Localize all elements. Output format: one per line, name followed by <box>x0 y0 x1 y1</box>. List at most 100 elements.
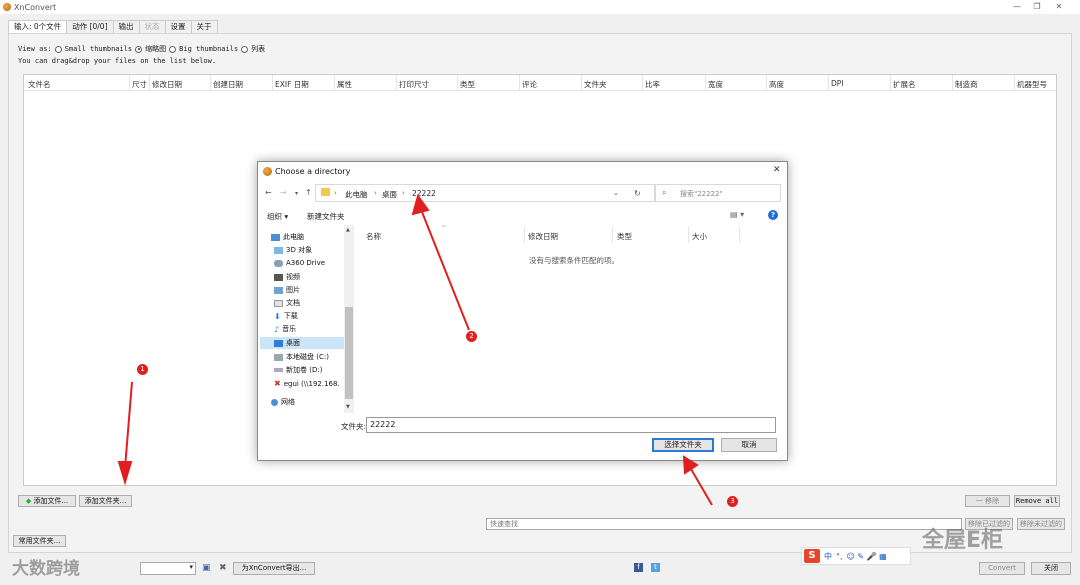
breadcrumb-desktop[interactable]: 桌面 <box>382 189 397 200</box>
tree-item-this-pc[interactable]: 此电脑 <box>271 232 304 242</box>
remove-unfiltered-button[interactable]: 移除未过滤的 <box>1017 518 1065 530</box>
facebook-icon[interactable]: f <box>634 563 643 572</box>
tree-item-local-disk-c[interactable]: 本地磁盘 (C:) <box>274 352 329 362</box>
help-icon[interactable]: ? <box>768 210 778 220</box>
column-header[interactable]: 修改日期 <box>152 79 182 90</box>
column-header[interactable]: 类型 <box>460 79 475 90</box>
tree-item-new-volume-d[interactable]: 新加卷 (D:) <box>274 365 322 375</box>
column-header[interactable]: 制造商 <box>955 79 978 90</box>
tab-actions[interactable]: 动作 [0/0] <box>66 20 114 33</box>
column-divider <box>581 75 582 91</box>
column-header[interactable]: 宽度 <box>708 79 723 90</box>
ime-punctuation[interactable]: °, <box>836 552 843 561</box>
tab-settings[interactable]: 设置 <box>164 20 192 33</box>
address-bar[interactable]: › 此电脑 › 桌面 › 22222 ⌄ ↻ <box>315 184 655 202</box>
tree-item-music[interactable]: ♪ 音乐 <box>274 324 296 334</box>
tree-item-pictures[interactable]: 图片 <box>274 285 300 295</box>
close-window-button[interactable]: ✕ <box>1052 1 1066 13</box>
sort-indicator-icon: ^ <box>441 225 447 232</box>
convert-button[interactable]: Convert <box>979 562 1025 575</box>
thumbnails-radio[interactable] <box>135 45 143 53</box>
save-icon[interactable]: ▣ <box>202 563 211 573</box>
column-header[interactable]: 比率 <box>645 79 660 90</box>
resize-grip-icon[interactable]: ⋰ <box>779 453 785 460</box>
tree-scroll-thumb[interactable] <box>345 307 353 399</box>
tree-item-downloads[interactable]: ⬇ 下载 <box>274 311 298 321</box>
new-folder-button[interactable]: 新建文件夹 <box>307 211 345 222</box>
add-folder-button[interactable]: 添加文件夹... <box>79 495 132 507</box>
big-thumbnails-radio[interactable] <box>169 45 177 53</box>
column-header[interactable]: 文件名 <box>28 79 51 90</box>
column-header[interactable]: 评论 <box>522 79 537 90</box>
cancel-button[interactable]: 取消 <box>721 438 777 452</box>
organize-button[interactable]: 组织 ▾ <box>267 211 288 222</box>
thumbnails-label: 缩略图 <box>145 45 167 53</box>
view-options-icon[interactable]: ▤ ▾ <box>730 210 744 219</box>
restore-button[interactable]: ❐ <box>1030 1 1044 13</box>
tree-label: 本地磁盘 (C:) <box>286 353 329 361</box>
column-header[interactable]: 尺寸 <box>132 79 147 90</box>
ime-language[interactable]: 中 <box>824 551 832 562</box>
column-header[interactable]: 属性 <box>337 79 352 90</box>
column-header[interactable]: 文件夹 <box>584 79 607 90</box>
folder-name-input[interactable]: 22222 <box>366 417 776 433</box>
scroll-down-icon[interactable]: ▼ <box>346 404 350 410</box>
column-header[interactable]: EXIF 日期 <box>275 79 309 90</box>
tab-output[interactable]: 输出 <box>112 20 140 33</box>
forward-icon[interactable]: → <box>280 188 287 197</box>
delete-icon[interactable]: ✖ <box>219 563 227 573</box>
column-size[interactable]: 大小 <box>692 231 707 242</box>
tree-item-desktop[interactable]: 桌面 <box>260 337 344 349</box>
column-modified[interactable]: 修改日期 <box>528 231 558 242</box>
minimize-button[interactable]: — <box>1010 1 1024 13</box>
breadcrumb-22222[interactable]: 22222 <box>412 189 436 198</box>
column-name[interactable]: 名称 <box>366 231 381 242</box>
column-header[interactable]: DPI <box>831 79 844 88</box>
export-button[interactable]: 为XnConvert导出... <box>233 562 315 575</box>
column-header[interactable]: 打印尺寸 <box>399 79 429 90</box>
sogou-logo-icon[interactable]: S <box>804 549 820 563</box>
column-header[interactable]: 高度 <box>769 79 784 90</box>
scroll-up-icon[interactable]: ▲ <box>346 227 350 233</box>
common-folders-button[interactable]: 常用文件夹... <box>13 535 66 547</box>
tree-item-network[interactable]: 网络 <box>271 397 295 407</box>
tree-label: 文档 <box>286 299 300 307</box>
tab-about[interactable]: 关于 <box>190 20 218 33</box>
remove-all-button[interactable]: Remove all <box>1014 495 1060 507</box>
back-icon[interactable]: ← <box>265 188 272 197</box>
tab-input[interactable]: 输入: 0个文件 <box>8 20 68 34</box>
up-icon[interactable]: ↑ <box>305 188 312 197</box>
tree-item-documents[interactable]: 文档 <box>274 298 300 308</box>
dialog-search-input[interactable]: ⌕ 搜索"22222" <box>655 184 781 202</box>
quick-search-input[interactable]: 快速查找 <box>486 518 962 530</box>
tree-item-network-share[interactable]: ✖ egui (\\192.168. <box>274 379 340 388</box>
list-radio[interactable] <box>241 45 249 53</box>
tree-item-a360-drive[interactable]: A360 Drive <box>274 259 325 267</box>
breadcrumb-this-pc[interactable]: 此电脑 <box>345 189 368 200</box>
select-folder-button[interactable]: 选择文件夹 <box>652 438 714 452</box>
tab-status[interactable]: 状态 <box>138 20 166 33</box>
preset-dropdown[interactable]: ▾ <box>140 562 196 575</box>
network-drive-icon: ✖ <box>274 379 281 388</box>
dialog-close-icon[interactable]: ✕ <box>773 165 781 175</box>
small-thumbnails-radio[interactable] <box>54 45 62 53</box>
folder-contents[interactable]: 名称 ^ 修改日期 类型 大小 <box>358 225 786 413</box>
remove-button[interactable]: 一 移除 <box>965 495 1010 507</box>
close-app-button[interactable]: 关闭 <box>1031 562 1071 575</box>
column-type[interactable]: 类型 <box>617 231 632 242</box>
file-list-header: 文件名 尺寸 修改日期 创建日期 EXIF 日期 属性 打印尺寸 类型 评论 文件夹 比率 宽度 高度 D… <box>24 75 1056 91</box>
recent-dropdown-icon[interactable]: ▾ <box>295 190 298 197</box>
refresh-icon[interactable]: ↻ <box>634 189 641 198</box>
tree-item-3d-objects[interactable]: 3D 对象 <box>274 245 312 255</box>
ime-tool-icons[interactable]: ☺ ✎ 🎤 ▦ <box>847 552 887 561</box>
column-header[interactable]: 机器型号 <box>1017 79 1047 90</box>
twitter-icon[interactable]: t <box>651 563 660 572</box>
add-files-button[interactable]: ◆ 添加文件... <box>18 495 76 507</box>
address-dropdown-icon[interactable]: ⌄ <box>613 189 619 197</box>
computer-icon <box>271 233 280 241</box>
tree-item-videos[interactable]: 视频 <box>274 272 300 282</box>
tree-label: egui (\\192.168. <box>283 379 340 388</box>
column-divider <box>149 75 150 91</box>
column-header[interactable]: 扩展名 <box>893 79 916 90</box>
column-header[interactable]: 创建日期 <box>213 79 243 90</box>
